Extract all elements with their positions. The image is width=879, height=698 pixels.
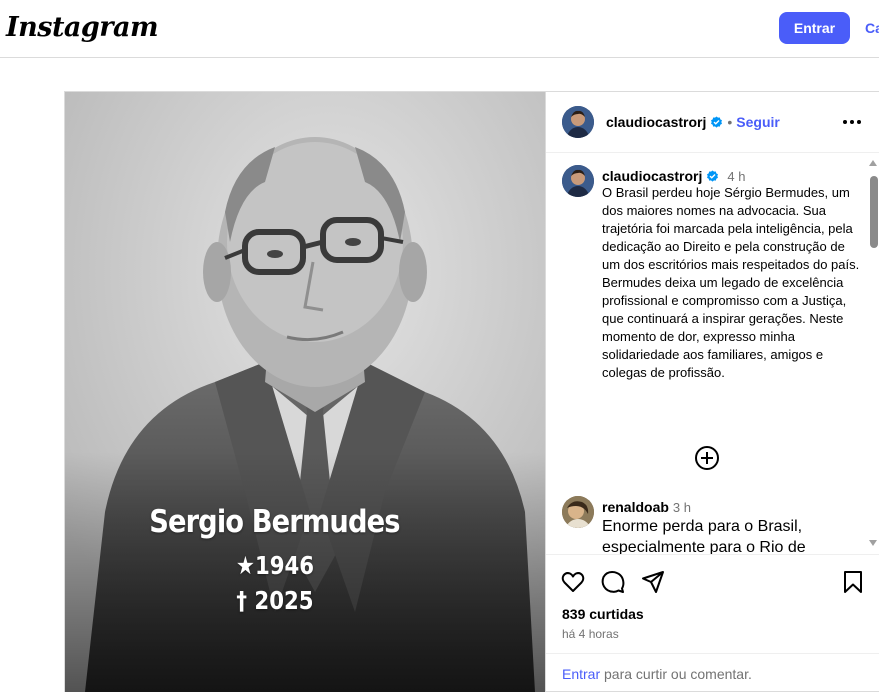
follow-button[interactable]: Seguir — [736, 114, 780, 130]
comments-section: claudiocastrorj 4 h O Brasil perdeu hoje… — [546, 154, 879, 554]
more-icon[interactable] — [841, 112, 863, 132]
post: Sergio Bermudes ★1946 † 2025 claudiocast… — [64, 91, 879, 692]
avatar[interactable] — [562, 106, 594, 138]
login-button[interactable]: Entrar — [779, 12, 850, 44]
post-photo[interactable]: Sergio Bermudes ★1946 † 2025 — [65, 92, 545, 692]
heart-icon[interactable] — [560, 569, 586, 595]
top-bar: Instagram Entrar Ca — [0, 0, 879, 58]
photo-caption-death: † 2025 — [236, 586, 314, 615]
photo-caption-name: Sergio Bermudes — [149, 504, 400, 540]
login-prompt-text: para curtir ou comentar. — [600, 666, 752, 682]
avatar[interactable] — [562, 496, 594, 528]
separator-dot: • — [727, 114, 733, 130]
post-header: claudiocastrorj • Seguir — [546, 92, 879, 153]
photo-caption-birth: ★1946 — [235, 551, 315, 580]
login-link[interactable]: Entrar — [562, 666, 600, 682]
comments-scrollbar[interactable] — [866, 154, 879, 554]
comment-icon[interactable] — [600, 569, 626, 595]
caption-header: claudiocastrorj 4 h — [602, 168, 745, 184]
plus-circle-icon[interactable] — [694, 445, 720, 471]
post-timestamp[interactable]: há 4 horas — [562, 627, 619, 641]
avatar[interactable] — [562, 165, 594, 197]
scroll-thumb[interactable] — [870, 176, 878, 248]
signup-link[interactable]: Ca — [865, 20, 879, 36]
comment-header: renaldoab 3 h — [602, 499, 691, 515]
comment-text: Enorme perda para o Brasil, especialment… — [602, 518, 806, 554]
comment-time[interactable]: 3 h — [673, 500, 691, 515]
author-username[interactable]: claudiocastrorj — [606, 114, 706, 130]
verified-icon — [710, 115, 723, 129]
caption-username[interactable]: claudiocastrorj — [602, 168, 702, 184]
verified-icon — [706, 169, 719, 183]
caption-time[interactable]: 4 h — [727, 169, 745, 184]
post-author: claudiocastrorj • Seguir — [606, 114, 780, 130]
scroll-up-arrow[interactable] — [869, 160, 877, 166]
comment-username[interactable]: renaldoab — [602, 499, 669, 515]
caption-text: O Brasil perdeu hoje Sérgio Bermudes, um… — [602, 185, 860, 380]
scroll-down-arrow[interactable] — [869, 540, 877, 546]
likes-count[interactable]: 839 curtidas — [562, 606, 644, 622]
bookmark-icon[interactable] — [840, 569, 866, 595]
login-prompt: Entrar para curtir ou comentar. — [546, 653, 879, 693]
share-icon[interactable] — [640, 569, 666, 595]
instagram-logo[interactable]: Instagram — [6, 12, 159, 43]
post-actions: 839 curtidas há 4 horas Entrar para curt… — [546, 554, 879, 692]
post-side-panel: claudiocastrorj • Seguir claudiocastrorj… — [545, 92, 879, 692]
